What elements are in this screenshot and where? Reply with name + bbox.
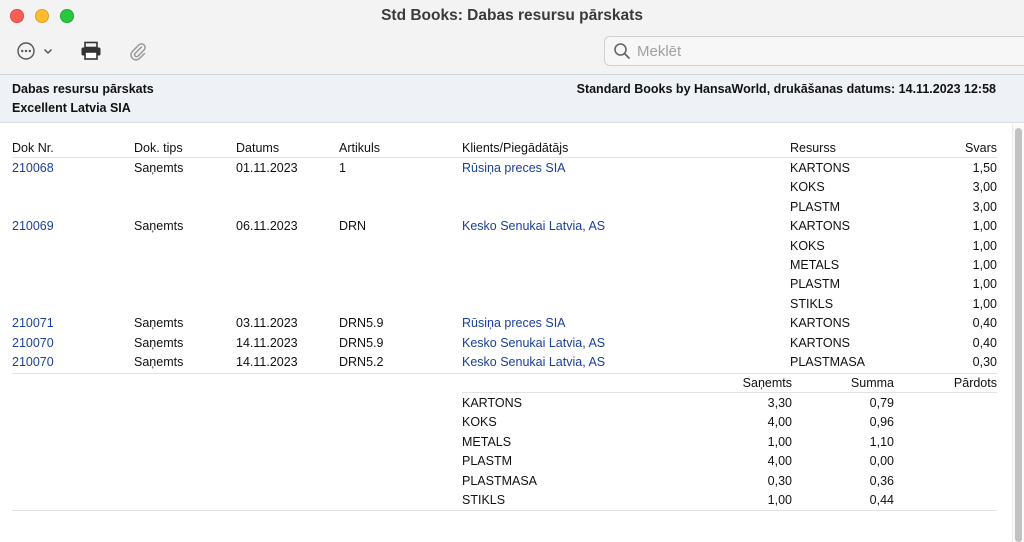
cell-weight: 1,00 (972, 258, 997, 272)
summary-cell-received: 1,00 (767, 434, 792, 449)
cell-item: DRN5.2 (339, 355, 384, 369)
ellipsis-circle-icon (17, 42, 35, 60)
summary-cell-received: 3,30 (767, 396, 792, 410)
cell-weight: 1,00 (972, 238, 997, 253)
summary-cell-received: 4,00 (767, 454, 792, 469)
print-button[interactable] (80, 40, 102, 62)
cell-weight: 1,00 (972, 296, 997, 311)
cell-client[interactable]: Kesko Senukai Latvia, AS (462, 336, 605, 350)
summary-header-divider (462, 392, 997, 393)
cell-resource: KARTONS (790, 219, 850, 234)
cell-weight: 3,00 (972, 180, 997, 195)
summary-cell-sum: 0,44 (869, 493, 894, 507)
report-title: Dabas resursu pārskats (12, 82, 154, 96)
summary-cell-sum: 0,96 (869, 415, 894, 430)
cell-item: 1 (339, 161, 346, 175)
cell-resource: KARTONS (790, 316, 850, 331)
window-titlebar: Std Books: Dabas resursu pārskats (0, 0, 1024, 75)
cell-doc-no[interactable]: 210069 (12, 219, 54, 233)
summary-cell-sum: 1,10 (869, 434, 894, 449)
paperclip-icon (130, 43, 146, 61)
column-header-date: Datums (236, 141, 280, 155)
report-body: Dok Nr. Dok. tips Datums Artikuls Klient… (0, 124, 1012, 542)
summary-cell-resource: METALS (462, 434, 512, 449)
more-options-button[interactable] (16, 40, 56, 62)
cell-date: 14.11.2023 (236, 335, 298, 350)
summary-header-sold: Pārdots (953, 376, 997, 390)
print-info: Standard Books by HansaWorld, drukāšanas… (576, 82, 996, 96)
cell-doc-type: Saņemts (134, 219, 184, 234)
cell-date: 14.11.2023 (236, 355, 298, 369)
cell-item: DRN5.9 (339, 335, 384, 350)
summary-cell-received: 1,00 (767, 493, 792, 507)
cell-weight: 0,30 (972, 355, 997, 369)
cell-resource: KARTONS (790, 161, 850, 175)
column-header-weight: Svars (965, 141, 997, 155)
window-title: Std Books: Dabas resursu pārskats (381, 7, 643, 24)
cell-client[interactable]: Rūsiņa preces SIA (462, 316, 566, 330)
chevron-down-icon (43, 48, 53, 55)
summary-cell-received: 0,30 (767, 473, 792, 488)
summary-cell-sum: 0,36 (869, 473, 894, 488)
cell-weight: 0,40 (972, 335, 997, 350)
cell-client[interactable]: Kesko Senukai Latvia, AS (462, 219, 605, 233)
search-icon (614, 43, 630, 59)
report-header: Dabas resursu pārskats Excellent Latvia … (0, 75, 1024, 123)
summary-header-received: Saņemts (742, 376, 792, 390)
cell-doc-type: Saņemts (134, 161, 184, 175)
cell-item: DRN5.9 (339, 316, 384, 331)
summary-cell-received: 4,00 (767, 415, 792, 430)
cell-weight: 1,00 (972, 277, 997, 292)
cell-doc-no[interactable]: 210071 (12, 316, 54, 330)
detail-divider (12, 373, 997, 374)
cell-weight: 3,00 (972, 199, 997, 214)
cell-weight: 1,00 (972, 219, 997, 234)
cell-item: DRN (339, 219, 367, 234)
cell-doc-no[interactable]: 210070 (12, 336, 54, 350)
cell-doc-no[interactable]: 210070 (12, 355, 54, 369)
cell-resource: PLASTM (790, 199, 841, 214)
cell-resource: PLASTM (790, 277, 841, 292)
header-divider (12, 157, 997, 158)
cell-weight: 1,50 (972, 161, 997, 175)
company-name: Excellent Latvia SIA (12, 101, 131, 115)
cell-resource: PLASTMASA (790, 355, 866, 369)
attachment-button[interactable] (128, 40, 150, 62)
summary-cell-resource: PLASTMASA (462, 473, 538, 488)
summary-bottom-divider (12, 510, 997, 511)
cell-resource: KARTONS (790, 335, 850, 350)
column-header-doc-type: Dok. tips (134, 141, 183, 155)
scrollbar-thumb[interactable] (1015, 128, 1022, 542)
cell-resource: KOKS (790, 180, 825, 195)
cell-resource: METALS (790, 258, 840, 272)
cell-date: 03.11.2023 (236, 316, 298, 331)
cell-doc-no[interactable]: 210068 (12, 161, 54, 175)
summary-cell-resource: PLASTM (462, 454, 513, 469)
column-header-item: Artikuls (339, 141, 380, 155)
search-field[interactable] (604, 36, 1024, 66)
cell-client[interactable]: Kesko Senukai Latvia, AS (462, 355, 605, 369)
cell-doc-type: Saņemts (134, 316, 184, 331)
summary-cell-resource: KARTONS (462, 396, 522, 410)
summary-cell-resource: STIKLS (462, 493, 506, 507)
summary-header-sum: Summa (850, 376, 894, 390)
cell-weight: 0,40 (972, 316, 997, 331)
cell-resource: KOKS (790, 238, 825, 253)
column-header-client: Klients/Piegādātājs (462, 141, 569, 155)
summary-cell-sum: 0,79 (869, 396, 894, 410)
cell-date: 06.11.2023 (236, 219, 298, 234)
cell-doc-type: Saņemts (134, 335, 184, 350)
cell-resource: STIKLS (790, 296, 834, 311)
cell-date: 01.11.2023 (236, 161, 298, 175)
cell-doc-type: Saņemts (134, 355, 184, 369)
summary-cell-sum: 0,00 (869, 454, 894, 469)
cell-client[interactable]: Rūsiņa preces SIA (462, 161, 566, 175)
printer-icon (81, 41, 101, 60)
search-input[interactable] (637, 42, 997, 60)
summary-cell-resource: KOKS (462, 415, 497, 430)
column-header-doc-no: Dok Nr. (12, 141, 54, 155)
column-header-resource: Resurss (790, 141, 836, 155)
